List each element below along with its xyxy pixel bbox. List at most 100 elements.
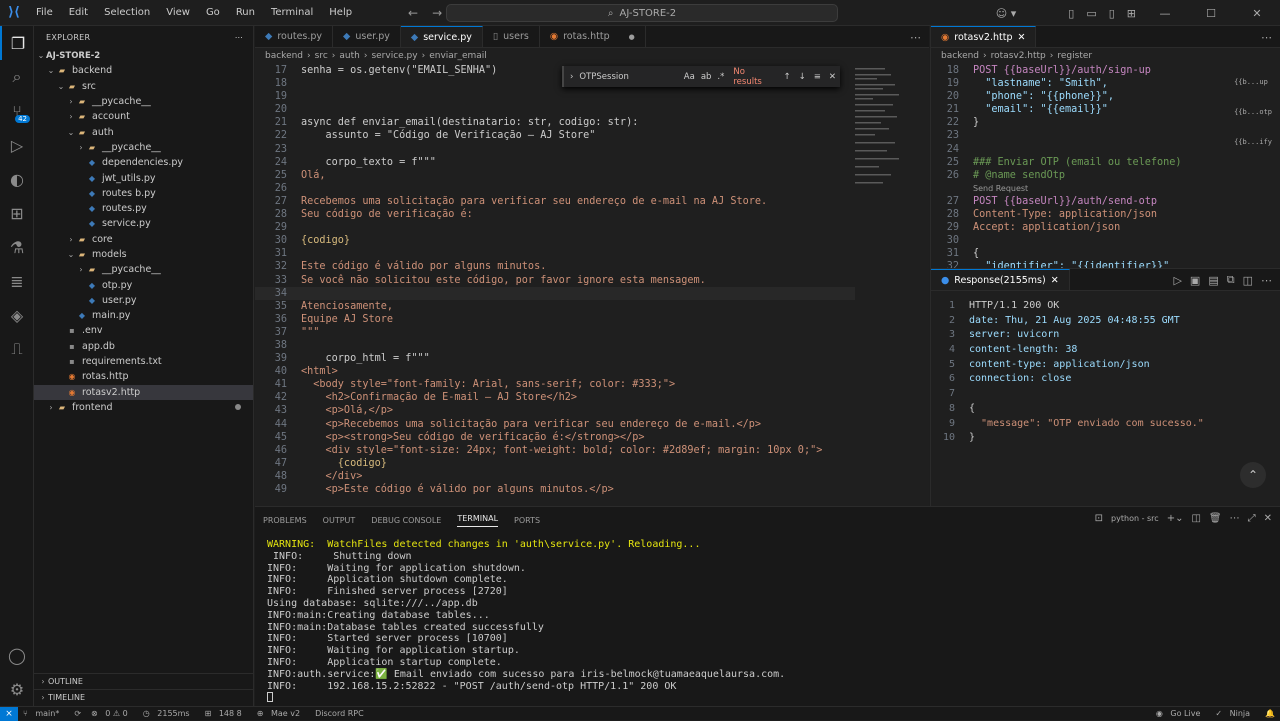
- menu-item[interactable]: View: [158, 0, 198, 26]
- tree-folder[interactable]: › ▰ frontend: [34, 400, 253, 415]
- tree-folder[interactable]: ⌄ ▰ auth: [34, 124, 253, 139]
- menu-item[interactable]: Run: [228, 0, 263, 26]
- tabs-status[interactable]: ⊞ 148 8: [200, 709, 252, 718]
- tab-response[interactable]: ● Response(2155ms) ✕: [931, 269, 1070, 290]
- maximize-panel-icon[interactable]: ⤢: [1248, 513, 1256, 524]
- minimap[interactable]: [853, 64, 923, 194]
- command-center-search[interactable]: ⌕ AJ-STORE-2: [446, 4, 838, 22]
- extensions-icon[interactable]: ⊞: [0, 196, 34, 230]
- panel-tab[interactable]: TERMINAL: [457, 514, 499, 527]
- tree-file[interactable]: ◉ rotas.http: [34, 369, 253, 384]
- source-control-icon[interactable]: ⑂ 42: [0, 94, 34, 128]
- more-actions-icon[interactable]: ⋯: [1261, 274, 1272, 287]
- run-debug-icon[interactable]: ▷: [0, 128, 34, 162]
- breadcrumb-item[interactable]: backend: [265, 51, 303, 61]
- outline-section[interactable]: › OUTLINE: [34, 673, 254, 689]
- notifications-icon[interactable]: 🔔: [1260, 709, 1280, 718]
- problems-status[interactable]: ⊗ 0 ⚠ 0: [86, 709, 138, 718]
- copy-icon[interactable]: ⧉: [1227, 273, 1235, 287]
- editor-tab[interactable]: ◉ rotas.http ●: [540, 26, 646, 47]
- search-icon[interactable]: ⌕: [0, 60, 34, 94]
- panel-tab[interactable]: OUTPUT: [323, 516, 356, 525]
- tab-rotasv2[interactable]: ◉ rotasv2.http ✕: [931, 26, 1037, 47]
- find-in-selection-icon[interactable]: ≡: [810, 72, 825, 82]
- timeline-section[interactable]: › TIMELINE: [34, 689, 254, 705]
- whole-word-icon[interactable]: ab: [698, 72, 715, 82]
- golive-status[interactable]: ◉ Go Live: [1151, 709, 1211, 718]
- chevron-right-icon[interactable]: ›: [564, 72, 579, 82]
- response-body[interactable]: 1 HTTP/1.1 200 OK 2 date: Thu, 21 Aug 2025 …: [931, 291, 1280, 446]
- tree-file[interactable]: ▪ .env: [34, 323, 253, 338]
- forward-arrow-icon[interactable]: →: [432, 6, 442, 20]
- workspace-root[interactable]: ⌄ AJ-STORE-2: [34, 48, 253, 63]
- save-body-icon[interactable]: ▤: [1208, 274, 1218, 287]
- more-actions-icon[interactable]: ⋯: [235, 33, 243, 42]
- breadcrumb-item[interactable]: src: [315, 51, 328, 61]
- tree-folder[interactable]: ⌄ ▰ src: [34, 79, 253, 94]
- explorer-icon[interactable]: ❐: [0, 26, 34, 60]
- minimize-button[interactable]: —: [1142, 7, 1188, 20]
- panel-tab[interactable]: DEBUG CONSOLE: [371, 516, 441, 525]
- more-actions-icon[interactable]: ⋯: [1261, 31, 1272, 44]
- split-editor-icon[interactable]: ◫: [1243, 274, 1253, 287]
- toggle-secondary-sidebar-icon[interactable]: ▯: [1103, 7, 1121, 20]
- menu-item[interactable]: Help: [321, 0, 360, 26]
- toggle-panel-icon[interactable]: ▭: [1080, 7, 1102, 20]
- match-case-icon[interactable]: Aa: [681, 72, 698, 82]
- save-icon[interactable]: ▣: [1190, 274, 1200, 287]
- tree-file[interactable]: ◆ routes.py: [34, 201, 253, 216]
- settings-gear-icon[interactable]: ⚙: [0, 672, 34, 706]
- close-icon[interactable]: ✕: [1051, 275, 1059, 286]
- tree-file[interactable]: ◆ jwt_utils.py: [34, 170, 253, 185]
- maximize-button[interactable]: ☐: [1188, 7, 1234, 20]
- tree-folder[interactable]: ⌄ ▰ backend: [34, 63, 253, 78]
- breadcrumb-item[interactable]: enviar_email: [429, 51, 487, 61]
- copilot-icon[interactable]: ☺ ▾: [990, 7, 1023, 20]
- database-icon[interactable]: ≣: [0, 264, 34, 298]
- back-arrow-icon[interactable]: ←: [408, 6, 418, 20]
- tree-folder[interactable]: › ▰ __pycache__: [34, 140, 253, 155]
- terminal-name[interactable]: python - src: [1111, 514, 1159, 523]
- panel-tab[interactable]: PORTS: [514, 516, 540, 525]
- tree-folder[interactable]: › ▰ __pycache__: [34, 262, 253, 277]
- code-editor[interactable]: 17 senha = os.getenv("EMAIL_SENHA") 18 19 20…: [255, 64, 855, 506]
- panel-tab[interactable]: PROBLEMS: [263, 516, 307, 525]
- breadcrumb-item[interactable]: rotasv2.http: [991, 51, 1046, 61]
- next-match-icon[interactable]: ↓: [795, 72, 810, 82]
- testing-icon[interactable]: ⚗: [0, 230, 34, 264]
- editor-tab[interactable]: ▯ users: [483, 26, 540, 47]
- edge-icon[interactable]: ◐: [0, 162, 34, 196]
- menu-item[interactable]: Edit: [61, 0, 96, 26]
- tree-folder[interactable]: › ▰ __pycache__: [34, 94, 253, 109]
- close-window-button[interactable]: ✕: [1234, 7, 1280, 20]
- remote-icon[interactable]: ⨯: [0, 706, 18, 721]
- bookmark-icon[interactable]: ⎍: [0, 332, 34, 366]
- find-input[interactable]: OTPSession: [579, 72, 680, 82]
- mae-status[interactable]: ⊕ Mae v2: [252, 709, 310, 718]
- split-terminal-icon[interactable]: ◫: [1191, 513, 1200, 524]
- more-actions-icon[interactable]: ⋯: [1230, 513, 1240, 524]
- sync-icon[interactable]: ⟳: [69, 709, 86, 718]
- ninja-status[interactable]: ✓ Ninja: [1210, 709, 1260, 718]
- editor-tab[interactable]: ◆ routes.py: [255, 26, 334, 47]
- close-icon[interactable]: ✕: [1018, 32, 1026, 43]
- layout-icon[interactable]: ⊞: [1121, 7, 1142, 20]
- tree-folder[interactable]: ⌄ ▰ models: [34, 247, 253, 262]
- new-terminal-icon[interactable]: +⌄: [1167, 513, 1184, 524]
- stack-icon[interactable]: ◈: [0, 298, 34, 332]
- editor-tab[interactable]: ◆ service.py: [400, 26, 483, 47]
- tree-file[interactable]: ▪ app.db: [34, 339, 253, 354]
- close-panel-icon[interactable]: ✕: [1264, 513, 1272, 524]
- tree-file[interactable]: ◆ routes b.py: [34, 186, 253, 201]
- kill-terminal-icon[interactable]: 🗑: [1209, 513, 1222, 524]
- account-icon[interactable]: ◯: [0, 638, 34, 672]
- scroll-to-top-button[interactable]: ⌃: [1240, 462, 1266, 488]
- tree-file[interactable]: ◆ user.py: [34, 293, 253, 308]
- unsaved-dot-icon[interactable]: ●: [629, 33, 635, 41]
- tree-folder[interactable]: › ▰ core: [34, 232, 253, 247]
- discord-status[interactable]: Discord RPC: [310, 709, 369, 718]
- editor-tab[interactable]: ◆ user.py: [333, 26, 401, 47]
- terminal-output[interactable]: WARNING: WatchFiles detected changes in …: [255, 533, 1280, 704]
- tree-file[interactable]: ◉ rotasv2.http: [34, 384, 253, 400]
- menu-item[interactable]: Selection: [96, 0, 158, 26]
